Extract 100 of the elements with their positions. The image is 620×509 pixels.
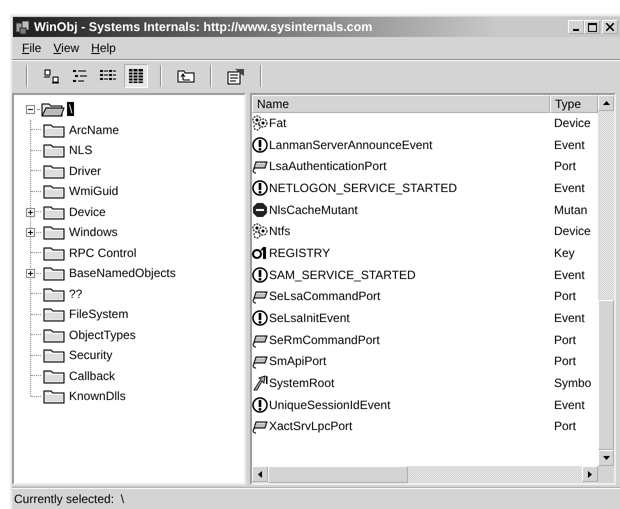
object-name[interactable]: Ntfs	[269, 224, 290, 238]
object-name[interactable]: XactSrvLpcPort	[269, 419, 352, 434]
folder-icon	[43, 244, 65, 261]
app-icon	[15, 19, 31, 35]
status-text: Currently selected: \	[14, 492, 124, 506]
small-icons-view-icon	[71, 68, 89, 84]
object-name[interactable]: SystemRoot	[269, 376, 334, 390]
folder-icon	[43, 388, 65, 404]
window-title: WinObj - Systems Internals: http://www.sysinternals.com	[34, 20, 374, 34]
tree-item[interactable]: Callback	[67, 368, 118, 383]
object-type: Device	[553, 116, 592, 130]
column-header[interactable]: Type	[550, 95, 598, 113]
scroll-thumb[interactable]	[598, 300, 614, 450]
close-icon	[606, 23, 614, 31]
vertical-scrollbar[interactable]	[598, 95, 614, 466]
down-arrow-icon	[602, 456, 610, 460]
object-name[interactable]: SeLsaCommandPort	[269, 289, 380, 304]
tree-item[interactable]: KnownDlls	[67, 389, 128, 404]
tree-item[interactable]: Windows	[67, 225, 120, 240]
object-name[interactable]: SeLsaInitEvent	[269, 311, 350, 326]
tree-item[interactable]: Device	[67, 204, 108, 219]
maximize-button[interactable]	[584, 20, 600, 34]
tree-item[interactable]: Security	[67, 348, 114, 362]
object-type: Mutan	[553, 202, 588, 217]
folder-icon	[43, 368, 65, 384]
tree-item[interactable]: NLS	[67, 143, 94, 158]
object-type: Port	[553, 289, 578, 304]
details-view-icon	[127, 68, 145, 84]
minimize-button[interactable]	[568, 20, 584, 34]
folder-icon	[43, 204, 65, 220]
up-arrow-icon	[602, 101, 610, 105]
object-type: Key	[553, 246, 576, 260]
menu-item[interactable]: Help	[85, 39, 122, 57]
tree-item[interactable]: \	[67, 102, 74, 116]
expand-button[interactable]	[26, 228, 35, 237]
folder-icon	[43, 347, 65, 364]
details-view-button[interactable]	[124, 64, 148, 88]
plus-icon	[28, 230, 33, 235]
tree-item[interactable]: BaseNamedObjects	[67, 266, 178, 280]
object-type: Event	[553, 398, 586, 412]
folder-icon	[43, 286, 65, 302]
object-type: Port	[553, 332, 578, 347]
folder-icon	[43, 326, 65, 343]
tree-item[interactable]: ArcName	[67, 122, 122, 137]
open-folder-icon	[41, 101, 65, 118]
object-type: Event	[553, 268, 586, 282]
object-type: Event	[553, 180, 586, 195]
object-name[interactable]: REGISTRY	[269, 246, 330, 260]
plus-icon	[28, 271, 33, 276]
scrollbar-corner	[598, 466, 614, 483]
object-name[interactable]: LsaAuthenticationPort	[269, 159, 386, 174]
folder-icon	[43, 122, 65, 138]
arrow-icon	[252, 375, 268, 392]
object-name[interactable]: SeRmCommandPort	[269, 332, 380, 347]
up-folder-icon	[176, 68, 196, 84]
object-name[interactable]: UniqueSessionIdEvent	[269, 398, 390, 412]
expand-button[interactable]	[26, 208, 35, 216]
object-name[interactable]: NlsCacheMutant	[269, 202, 358, 217]
expand-button[interactable]	[26, 269, 35, 278]
object-type: Event	[553, 138, 586, 152]
folder-icon	[43, 306, 65, 322]
folder-icon	[43, 183, 65, 200]
horizontal-scrollbar[interactable]	[252, 466, 598, 483]
scroll-right-button[interactable]	[582, 466, 598, 482]
tree-item[interactable]: FileSystem	[67, 307, 130, 322]
column-header[interactable]: Name	[252, 95, 550, 113]
right-arrow-icon	[588, 470, 592, 478]
scroll-up-button[interactable]	[598, 95, 614, 111]
menu-item[interactable]: File	[16, 39, 48, 57]
folder-icon	[43, 142, 65, 158]
scroll-left-button[interactable]	[252, 466, 268, 482]
object-type: Device	[553, 224, 592, 238]
object-name[interactable]: LanmanServerAnnounceEvent	[269, 138, 432, 152]
folder-icon	[43, 265, 65, 282]
close-button[interactable]	[602, 20, 618, 34]
object-type: Symbo	[553, 376, 592, 390]
object-type: Port	[553, 354, 578, 368]
tree-item[interactable]: Driver	[67, 164, 103, 178]
plus-icon	[28, 210, 33, 214]
object-name[interactable]: SAM_SERVICE_STARTED	[269, 268, 416, 282]
scroll-thumb[interactable]	[268, 466, 408, 483]
object-name[interactable]: SmApiPort	[269, 354, 326, 368]
menu-item[interactable]: View	[47, 39, 86, 57]
tree-item[interactable]: ??	[67, 286, 84, 301]
properties-icon	[226, 67, 246, 85]
minus-icon	[28, 106, 33, 112]
large-icons-view-icon	[43, 68, 61, 84]
tree-item[interactable]: ObjectTypes	[67, 328, 138, 342]
scroll-down-button[interactable]	[598, 450, 614, 466]
maximize-icon	[588, 22, 596, 32]
left-arrow-icon	[258, 470, 262, 478]
collapse-button[interactable]	[26, 104, 35, 114]
tree-item[interactable]: WmiGuid	[67, 184, 120, 198]
object-type: Event	[553, 311, 586, 326]
object-name[interactable]: Fat	[269, 116, 286, 130]
folder-icon	[43, 224, 65, 240]
tree-item[interactable]: RPC Control	[67, 246, 138, 260]
folder-icon	[43, 162, 65, 179]
object-type: Port	[553, 419, 578, 434]
object-name[interactable]: NETLOGON_SERVICE_STARTED	[269, 180, 458, 195]
